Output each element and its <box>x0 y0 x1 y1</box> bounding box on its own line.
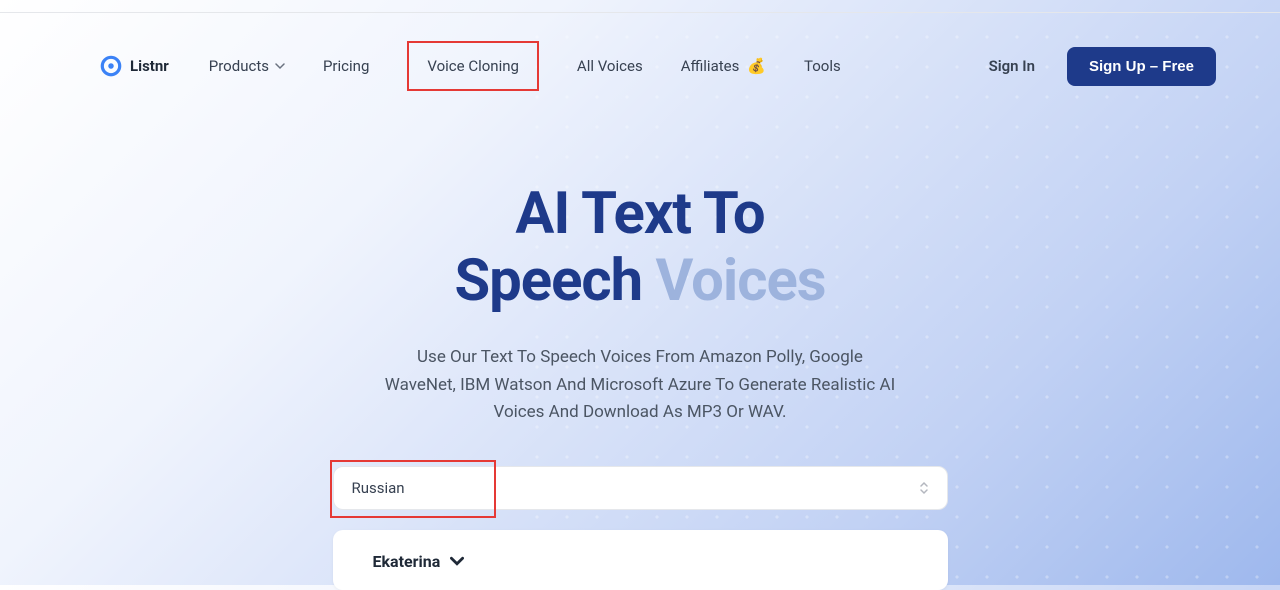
nav-products-label: Products <box>209 57 269 75</box>
logo-text: Listnr <box>130 57 169 75</box>
nav-tools-label: Tools <box>804 57 841 75</box>
sign-up-label: Sign Up – Free <box>1089 58 1194 75</box>
language-select[interactable]: Russian <box>333 466 948 510</box>
voice-card: Ekaterina <box>333 530 948 590</box>
nav-products[interactable]: Products <box>209 57 285 75</box>
auth-section: Sign In Sign Up – Free <box>989 47 1216 86</box>
sign-up-button[interactable]: Sign Up – Free <box>1067 47 1216 86</box>
select-sort-icon <box>919 481 929 495</box>
nav-tools[interactable]: Tools <box>804 57 841 75</box>
nav-voice-cloning[interactable]: Voice Cloning <box>407 41 539 91</box>
controls-section: Russian Ekaterina <box>0 466 1280 590</box>
hero-title: AI Text To Speech Voices <box>0 181 1280 314</box>
hero-title-line2-light: Voices <box>656 247 826 315</box>
nav-pricing[interactable]: Pricing <box>323 57 369 75</box>
hero-subtitle: Use Our Text To Speech Voices From Amazo… <box>380 344 900 426</box>
main-nav: Products Pricing Voice Cloning All Voice… <box>209 41 841 91</box>
sign-in-label: Sign In <box>989 57 1035 75</box>
chevron-down-icon <box>450 554 464 568</box>
voice-name-label: Ekaterina <box>373 552 441 571</box>
logo-icon <box>100 55 122 77</box>
money-bag-icon: 💰 <box>747 57 766 75</box>
nav-affiliates[interactable]: Affiliates 💰 <box>681 57 766 75</box>
nav-all-voices-label: All Voices <box>577 57 643 75</box>
sign-in-link[interactable]: Sign In <box>989 57 1035 75</box>
hero-title-line2-dark: Speech <box>454 247 642 315</box>
logo[interactable]: Listnr <box>100 55 169 77</box>
hero-section: AI Text To Speech Voices Use Our Text To… <box>0 181 1280 426</box>
nav-voice-cloning-label: Voice Cloning <box>427 57 519 75</box>
hero-title-line1: AI Text To <box>515 180 764 248</box>
language-select-value: Russian <box>352 479 405 497</box>
chevron-down-icon <box>275 61 285 71</box>
site-header: Listnr Products Pricing Voice Cloning Al… <box>0 13 1280 91</box>
nav-all-voices[interactable]: All Voices <box>577 57 643 75</box>
nav-pricing-label: Pricing <box>323 57 369 75</box>
voice-name-dropdown[interactable]: Ekaterina <box>373 552 908 571</box>
nav-affiliates-label: Affiliates <box>681 57 740 75</box>
